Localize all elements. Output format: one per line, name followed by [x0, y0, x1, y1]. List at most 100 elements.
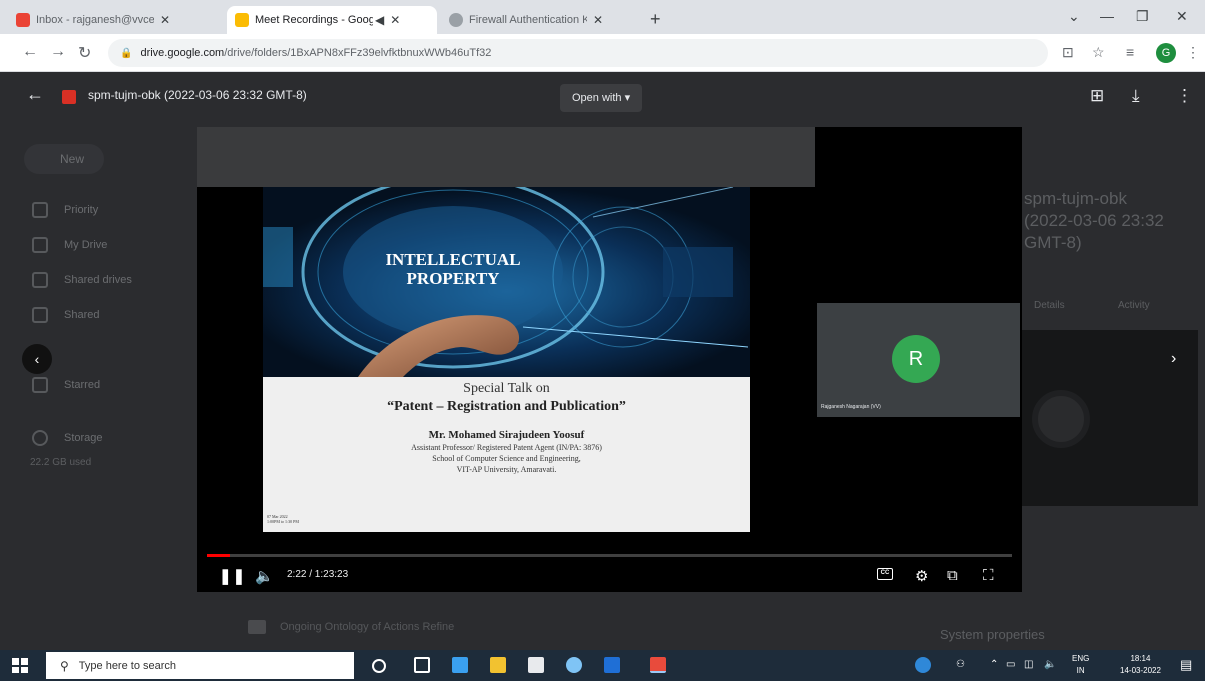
- file-title: spm-tujm-obk (2022-03-06 23:32 GMT-8): [88, 88, 307, 102]
- cortana-icon[interactable]: [372, 659, 386, 673]
- store-icon[interactable]: [528, 657, 544, 673]
- url-host: drive.google.com: [140, 47, 225, 59]
- speaker-school: School of Computer Science and Engineeri…: [432, 454, 581, 463]
- next-file-icon[interactable]: ›: [1171, 350, 1176, 368]
- speaker-icon[interactable]: 🔈: [1044, 659, 1056, 670]
- sidebar-item-my-drive: My Drive: [32, 237, 107, 253]
- reload-icon[interactable]: ↻: [78, 43, 91, 63]
- miniplayer-icon[interactable]: ⧉: [947, 567, 958, 584]
- browser-tabbar: Inbox - rajganesh@vvce.ac.in - ✕ Meet Re…: [0, 0, 1205, 34]
- details-tab: Details: [1034, 300, 1065, 311]
- captions-icon[interactable]: CC: [877, 568, 893, 580]
- video-player[interactable]: INTELLECTUAL PROPERTY Special Talk on “P…: [197, 127, 1022, 592]
- sidebar-item-storage: Storage: [32, 430, 103, 446]
- slide-subtitle: Special Talk on: [463, 381, 550, 396]
- browser-toolbar: ← → ↻ 🔒 drive.google.com /drive/folders/…: [0, 34, 1205, 72]
- lang-code: ENG: [1072, 654, 1090, 663]
- new-button: New: [24, 144, 104, 174]
- details-title: spm-tujm-obk (2022-03-06 23:32 GMT-8): [1024, 189, 1164, 252]
- gmail-icon: [16, 13, 30, 27]
- speaker-name: Mr. Mohamed Sirajudeen Yoosuf: [428, 429, 585, 441]
- speaker-role: Assistant Professor/ Registered Patent A…: [411, 443, 602, 452]
- fullscreen-icon[interactable]: ⛶: [983, 567, 994, 584]
- sidebar-item-shared: Shared: [32, 307, 99, 323]
- sidebar-item-shared-drives: Shared drives: [32, 272, 132, 288]
- back-arrow-icon[interactable]: ←: [26, 84, 44, 105]
- windows-start-icon[interactable]: [12, 658, 28, 673]
- media-control-icon[interactable]: ≡: [1126, 44, 1134, 60]
- globe-icon: [449, 13, 463, 27]
- sidebar-item-priority: Priority: [32, 202, 98, 218]
- tab-firewall[interactable]: Firewall Authentication Keepali ✕: [441, 6, 646, 34]
- more-options-icon[interactable]: ⋮: [1176, 86, 1193, 106]
- app-icon[interactable]: [566, 657, 582, 673]
- video-time: 2:22 / 1:23:23: [287, 569, 349, 580]
- maximize-icon[interactable]: ❐: [1136, 8, 1149, 25]
- chrome-taskbar-icon[interactable]: [650, 657, 666, 673]
- tab-search-icon[interactable]: ⌄: [1068, 8, 1080, 25]
- language-indicator[interactable]: ENG IN: [1072, 653, 1089, 677]
- file-row: Ongoing Ontology of Actions Refine: [248, 620, 454, 634]
- svg-text:INTELLECTUAL: INTELLECTUAL: [385, 250, 520, 269]
- battery-icon[interactable]: ▭: [1006, 659, 1015, 670]
- forward-icon[interactable]: →: [50, 43, 66, 61]
- minimize-icon[interactable]: —: [1100, 8, 1114, 24]
- volume-icon[interactable]: 🔈: [255, 567, 274, 585]
- address-bar[interactable]: 🔒 drive.google.com /drive/folders/1BxAPN…: [108, 39, 1048, 67]
- lock-icon: 🔒: [120, 47, 133, 59]
- star-icon[interactable]: ☆: [1092, 44, 1105, 61]
- action-center-icon[interactable]: ▤: [1180, 657, 1192, 673]
- install-icon[interactable]: ⊡: [1062, 44, 1074, 61]
- people-icon[interactable]: ⚇: [956, 659, 965, 670]
- add-shortcut-icon[interactable]: ⊞: [1090, 86, 1104, 106]
- network-icon[interactable]: ◫: [1024, 659, 1033, 670]
- clock-date: 14-03-2022: [1120, 666, 1161, 675]
- close-tab-icon[interactable]: ✕: [390, 13, 400, 27]
- system-properties: System properties: [940, 627, 1045, 642]
- pause-icon[interactable]: ❚❚: [219, 567, 246, 585]
- previous-file-icon[interactable]: ‹: [22, 344, 52, 374]
- back-icon[interactable]: ←: [22, 43, 38, 61]
- sidebar-item-starred: Starred: [32, 377, 100, 393]
- menu-icon[interactable]: ⋮: [1186, 44, 1200, 61]
- speaker-university: VIT-AP University, Amaravati.: [456, 465, 557, 474]
- word-icon[interactable]: [604, 657, 620, 673]
- search-icon: ⚲: [60, 658, 69, 673]
- system-clock[interactable]: 18:14 14-03-2022: [1120, 653, 1161, 677]
- participant-name: Rajganesh Nagarajan (VV): [821, 404, 881, 410]
- notification-app-icon[interactable]: [915, 657, 931, 673]
- svg-text:PROPERTY: PROPERTY: [407, 269, 500, 288]
- open-with-button[interactable]: Open with ▾: [560, 84, 643, 112]
- tray-chevron-icon[interactable]: ⌃: [990, 659, 998, 670]
- dropbox-icon[interactable]: [452, 657, 468, 673]
- url-path: /drive/folders/1BxAPN8xFFz39elvfktbnuxWW…: [224, 47, 492, 59]
- download-icon[interactable]: ⤓: [1132, 86, 1140, 106]
- close-tab-icon[interactable]: ✕: [593, 13, 603, 27]
- close-tab-icon[interactable]: ✕: [160, 13, 170, 27]
- video-progress-bar[interactable]: [207, 554, 1012, 557]
- task-view-icon[interactable]: [414, 657, 430, 673]
- participant-tile: R Rajganesh Nagarajan (VV): [817, 303, 1020, 417]
- lang-region: IN: [1076, 666, 1085, 675]
- tab-title: Inbox - rajganesh@vvce.ac.in -: [36, 14, 154, 26]
- viewer-header: ← spm-tujm-obk (2022-03-06 23:32 GMT-8) …: [0, 72, 1205, 122]
- taskbar-search-input[interactable]: ⚲ Type here to search: [46, 652, 354, 679]
- tab-title: Meet Recordings - Google Dri: [255, 14, 373, 26]
- screen: Inbox - rajganesh@vvce.ac.in - ✕ Meet Re…: [0, 0, 1205, 681]
- slide-time-line: 1:00PM to 1:30 PM: [267, 519, 299, 524]
- participant-avatar: R: [892, 335, 940, 383]
- profile-avatar[interactable]: G: [1156, 43, 1176, 63]
- tab-inbox[interactable]: Inbox - rajganesh@vvce.ac.in - ✕: [8, 6, 223, 34]
- intellectual-property-image: INTELLECTUAL PROPERTY: [263, 187, 750, 377]
- tab-title: Firewall Authentication Keepali: [469, 14, 587, 26]
- open-with-label: Open with: [572, 92, 622, 104]
- new-tab-button[interactable]: +: [650, 9, 661, 30]
- windows-taskbar: ⚲ Type here to search ⚇ ⌃ ▭ ◫ 🔈 ENG IN 1…: [0, 650, 1205, 681]
- window-close-icon[interactable]: ✕: [1176, 8, 1188, 25]
- audio-icon[interactable]: ◀: [375, 13, 384, 27]
- tab-meet-recordings[interactable]: Meet Recordings - Google Dri ◀ ✕: [227, 6, 437, 34]
- file-explorer-icon[interactable]: [490, 657, 506, 673]
- presentation-slide: INTELLECTUAL PROPERTY Special Talk on “P…: [263, 187, 750, 532]
- settings-gear-icon[interactable]: ⚙: [915, 567, 928, 585]
- video-progress-fill: [207, 554, 230, 557]
